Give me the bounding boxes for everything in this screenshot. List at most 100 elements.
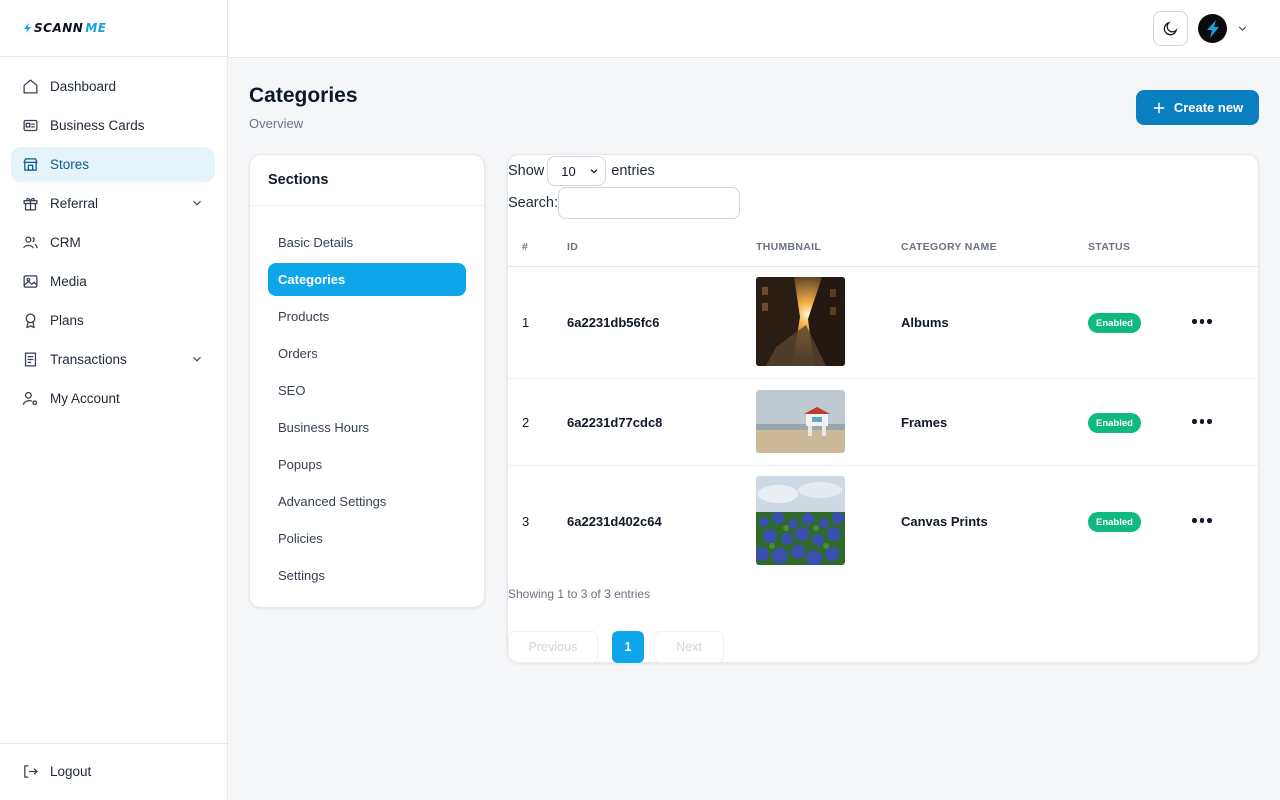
row-number: 2 [522, 415, 530, 430]
bolt-icon [24, 23, 31, 33]
chevron-down-icon [590, 169, 598, 174]
column-header-thumbnail[interactable]: THUMBNAIL [756, 241, 821, 253]
award-icon [22, 312, 39, 329]
sidebar-item-label: CRM [50, 235, 81, 250]
sidebar-item-my-account[interactable]: My Account [11, 381, 215, 416]
more-actions-icon[interactable] [1192, 419, 1212, 425]
table-header: # ID THUMBNAIL CATEGORY NAME STATUS [508, 229, 1258, 267]
page-length-select[interactable]: 10 [547, 156, 607, 186]
column-header-number[interactable]: # [522, 241, 528, 253]
sidebar-item-label: Plans [50, 313, 84, 328]
sidebar-item-label: Transactions [50, 352, 127, 367]
users-icon [22, 234, 39, 251]
pagination-next-button[interactable]: Next [654, 631, 724, 663]
column-header-id[interactable]: ID [567, 241, 578, 253]
chevron-down-icon [193, 356, 201, 362]
column-header-category-name[interactable]: CATEGORY NAME [901, 241, 997, 253]
page-subtitle: Overview [249, 116, 304, 131]
sidebar-item-plans[interactable]: Plans [11, 303, 215, 338]
thumbnail-image [756, 277, 845, 366]
pagination-previous-button[interactable]: Previous [508, 631, 598, 663]
row-category-name: Frames [901, 415, 948, 430]
brand-name-primary: SCANN [34, 21, 84, 35]
logout-button[interactable]: Logout [11, 754, 215, 789]
categories-table-card: Show 10 entries Search: # ID THUMBNAIL C… [507, 154, 1259, 663]
store-icon [22, 156, 39, 173]
user-cog-icon [22, 390, 39, 407]
section-item-advanced-settings[interactable]: Advanced Settings [268, 485, 466, 518]
row-id: 6a2231d402c64 [567, 514, 662, 529]
logout-area: Logout [0, 743, 227, 800]
gift-icon [22, 195, 39, 212]
create-new-label: Create new [1173, 100, 1244, 115]
receipt-icon [22, 351, 39, 368]
sidebar-item-dashboard[interactable]: Dashboard [11, 69, 215, 104]
chevron-down-icon[interactable] [1236, 22, 1249, 35]
search-label: Search: [508, 195, 558, 211]
sidebar-item-referral[interactable]: Referral [11, 186, 215, 221]
page-length-control: Show 10 entries [508, 156, 655, 186]
section-item-orders[interactable]: Orders [268, 337, 466, 370]
pagination: Previous 1 Next [508, 631, 724, 663]
status-badge: Enabled [1088, 413, 1141, 433]
sidebar: SCANN ME Dashboard Business Cards Stores … [0, 0, 228, 800]
topbar [228, 0, 1280, 58]
image-icon [22, 273, 39, 290]
sidebar-item-label: Business Cards [50, 118, 145, 133]
sidebar-item-business-cards[interactable]: Business Cards [11, 108, 215, 143]
sections-card: Sections Basic Details Categories Produc… [249, 154, 485, 608]
entries-label: entries [611, 163, 655, 179]
more-actions-icon[interactable] [1192, 518, 1212, 524]
sidebar-item-label: Media [50, 274, 87, 289]
table-row: 2 6a2231d77cdc8 Frames Enabled [508, 379, 1258, 466]
thumbnail-image [756, 476, 845, 565]
table-info: Showing 1 to 3 of 3 entries [508, 587, 651, 601]
sidebar-item-crm[interactable]: CRM [11, 225, 215, 260]
id-card-icon [22, 117, 39, 134]
sections-list: Basic Details Categories Products Orders… [250, 206, 484, 592]
create-new-button[interactable]: Create new [1136, 90, 1259, 125]
section-item-categories[interactable]: Categories [268, 263, 466, 296]
section-item-seo[interactable]: SEO [268, 374, 466, 407]
main-nav: Dashboard Business Cards Stores Referral… [0, 57, 227, 416]
logout-label: Logout [50, 764, 92, 779]
table-row: 3 6a2231d402c64 Canvas Prints Enabled [508, 466, 1258, 578]
brand-name-accent: ME [85, 21, 107, 35]
section-item-basic-details[interactable]: Basic Details [268, 226, 466, 259]
user-avatar[interactable] [1198, 14, 1227, 43]
theme-toggle-button[interactable] [1153, 11, 1188, 46]
column-header-status[interactable]: STATUS [1088, 241, 1130, 253]
section-item-settings[interactable]: Settings [268, 559, 466, 592]
row-id: 6a2231db56fc6 [567, 315, 660, 330]
home-icon [22, 78, 39, 95]
section-item-policies[interactable]: Policies [268, 522, 466, 555]
pagination-page-button[interactable]: 1 [612, 631, 644, 663]
show-label: Show [508, 163, 545, 179]
more-actions-icon[interactable] [1192, 319, 1212, 325]
row-category-name: Albums [901, 315, 949, 330]
sidebar-item-label: My Account [50, 391, 120, 406]
sidebar-item-transactions[interactable]: Transactions [11, 342, 215, 377]
sections-title: Sections [250, 155, 484, 206]
sidebar-item-label: Dashboard [50, 79, 117, 94]
logo-area: SCANN ME [0, 0, 227, 57]
thumbnail-image [756, 390, 845, 453]
plus-icon [1153, 102, 1165, 113]
page-length-value: 10 [561, 163, 576, 179]
section-item-popups[interactable]: Popups [268, 448, 466, 481]
row-category-name: Canvas Prints [901, 514, 988, 529]
page-title: Categories [249, 84, 358, 107]
sidebar-item-media[interactable]: Media [11, 264, 215, 299]
section-item-products[interactable]: Products [268, 300, 466, 333]
row-number: 3 [522, 514, 530, 529]
row-id: 6a2231d77cdc8 [567, 415, 663, 430]
table-row: 1 6a2231db56fc6 Albums Enabled [508, 267, 1258, 379]
status-badge: Enabled [1088, 512, 1141, 532]
search-input[interactable] [557, 187, 740, 219]
status-badge: Enabled [1088, 313, 1141, 333]
section-item-business-hours[interactable]: Business Hours [268, 411, 466, 444]
sidebar-item-label: Referral [50, 196, 99, 211]
brand-logo[interactable]: SCANN ME [23, 21, 106, 35]
sidebar-item-stores[interactable]: Stores [11, 147, 215, 182]
logout-icon [22, 763, 39, 780]
